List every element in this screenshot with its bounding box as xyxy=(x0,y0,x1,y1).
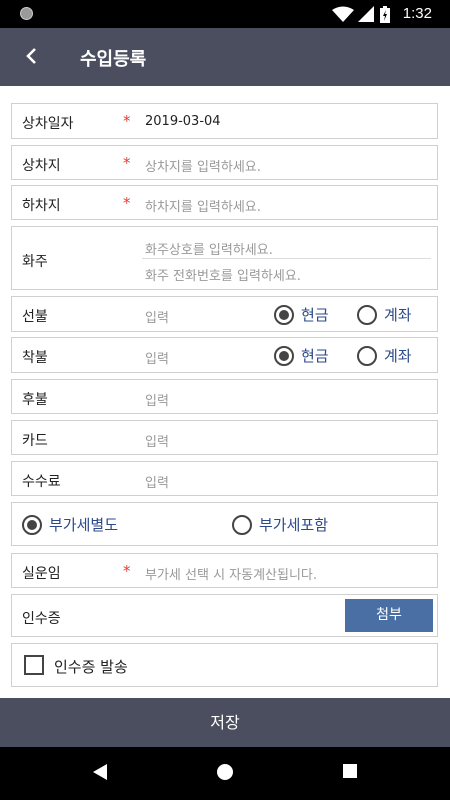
required-mark: * xyxy=(123,112,131,130)
cod-cash-label: 현금 xyxy=(301,347,329,365)
cod-cash-radio[interactable]: 현금 xyxy=(274,345,329,366)
card-label: 카드 xyxy=(22,433,48,449)
postpaid-label: 후불 xyxy=(22,392,48,408)
send-receipt-label: 인수증 발송 xyxy=(54,658,128,676)
vat-row: 부가세별도 부가세포함 xyxy=(11,502,438,546)
radio-unchecked-icon xyxy=(357,304,377,325)
nav-back-icon[interactable] xyxy=(92,763,108,781)
pickup-place-input[interactable]: 상차지를 입력하세요. xyxy=(145,156,261,175)
pickup-date-value[interactable]: 2019-03-04 xyxy=(145,114,221,129)
nav-home-icon[interactable] xyxy=(216,763,234,781)
radio-unchecked-icon xyxy=(357,345,377,366)
prepaid-label: 선불 xyxy=(22,309,48,325)
income-form: 상차일자 * 2019-03-04 상차지 * 상차지를 입력하세요. 하차지 … xyxy=(0,86,450,698)
commission-input[interactable]: 입력 xyxy=(145,472,169,491)
battery-icon xyxy=(380,6,390,23)
vat-included-radio[interactable]: 부가세포함 xyxy=(232,514,328,535)
required-mark: * xyxy=(123,562,131,580)
system-nav-bar xyxy=(0,747,450,800)
shipper-name-input[interactable]: 화주상호를 입력하세요. xyxy=(145,239,273,258)
radio-checked-icon xyxy=(274,304,294,325)
receipt-row: 인수증 첨부 xyxy=(11,594,438,637)
notification-icon xyxy=(20,7,33,20)
radio-unchecked-icon xyxy=(232,514,252,535)
shipper-divider xyxy=(142,258,431,259)
required-mark: * xyxy=(123,154,131,172)
prepaid-input[interactable]: 입력 xyxy=(145,307,169,326)
prepaid-cash-radio[interactable]: 현금 xyxy=(274,304,329,325)
app-bar: 수입등록 xyxy=(0,28,450,86)
shipper-label: 화주 xyxy=(22,254,48,270)
prepaid-cash-label: 현금 xyxy=(301,306,329,324)
shipper-row: 화주 화주상호를 입력하세요. 화주 전화번호를 입력하세요. xyxy=(11,226,438,290)
save-button[interactable]: 저장 xyxy=(0,698,450,747)
dropoff-place-row: 하차지 * 하차지를 입력하세요. xyxy=(11,185,438,220)
prepaid-account-label: 계좌 xyxy=(384,306,412,324)
required-mark: * xyxy=(123,194,131,212)
send-receipt-checkbox[interactable] xyxy=(24,655,44,675)
radio-checked-icon xyxy=(274,345,294,366)
shipper-phone-input[interactable]: 화주 전화번호를 입력하세요. xyxy=(145,265,301,284)
actual-fare-input[interactable]: 부가세 선택 시 자동계산됩니다. xyxy=(145,564,317,583)
card-row: 카드 입력 xyxy=(11,420,438,455)
dropoff-place-label: 하차지 xyxy=(22,198,61,214)
send-receipt-row[interactable]: 인수증 발송 xyxy=(11,643,438,687)
vat-separate-label: 부가세별도 xyxy=(49,516,119,534)
attach-button[interactable]: 첨부 xyxy=(345,599,433,632)
postpaid-row: 후불 입력 xyxy=(11,379,438,414)
back-arrow-icon[interactable] xyxy=(18,42,46,70)
actual-fare-label: 실운임 xyxy=(22,566,61,582)
wifi-icon xyxy=(332,6,354,22)
nav-recents-icon[interactable] xyxy=(342,763,358,779)
vat-separate-radio[interactable]: 부가세별도 xyxy=(22,514,118,535)
pickup-date-row[interactable]: 상차일자 * 2019-03-04 xyxy=(11,103,438,139)
pickup-date-label: 상차일자 xyxy=(22,116,74,132)
cod-input[interactable]: 입력 xyxy=(145,348,169,367)
cod-account-radio[interactable]: 계좌 xyxy=(357,345,412,366)
signal-icon xyxy=(358,6,374,22)
card-input[interactable]: 입력 xyxy=(145,431,169,450)
commission-row: 수수료 입력 xyxy=(11,461,438,496)
cod-account-label: 계좌 xyxy=(384,347,412,365)
receipt-label: 인수증 xyxy=(22,611,61,627)
dropoff-place-input[interactable]: 하차지를 입력하세요. xyxy=(145,196,261,215)
pickup-place-row: 상차지 * 상차지를 입력하세요. xyxy=(11,145,438,180)
cod-label: 착불 xyxy=(22,350,48,366)
commission-label: 수수료 xyxy=(22,474,61,490)
page-title: 수입등록 xyxy=(80,49,147,70)
vat-included-label: 부가세포함 xyxy=(259,516,329,534)
postpaid-input[interactable]: 입력 xyxy=(145,390,169,409)
prepaid-account-radio[interactable]: 계좌 xyxy=(357,304,412,325)
pickup-place-label: 상차지 xyxy=(22,158,61,174)
cod-row: 착불 입력 현금 계좌 xyxy=(11,337,438,373)
clock: 1:32 xyxy=(402,5,432,22)
radio-checked-icon xyxy=(22,514,42,535)
actual-fare-row: 실운임 * 부가세 선택 시 자동계산됩니다. xyxy=(11,553,438,588)
status-bar: 1:32 xyxy=(0,0,450,28)
prepaid-row: 선불 입력 현금 계좌 xyxy=(11,296,438,332)
